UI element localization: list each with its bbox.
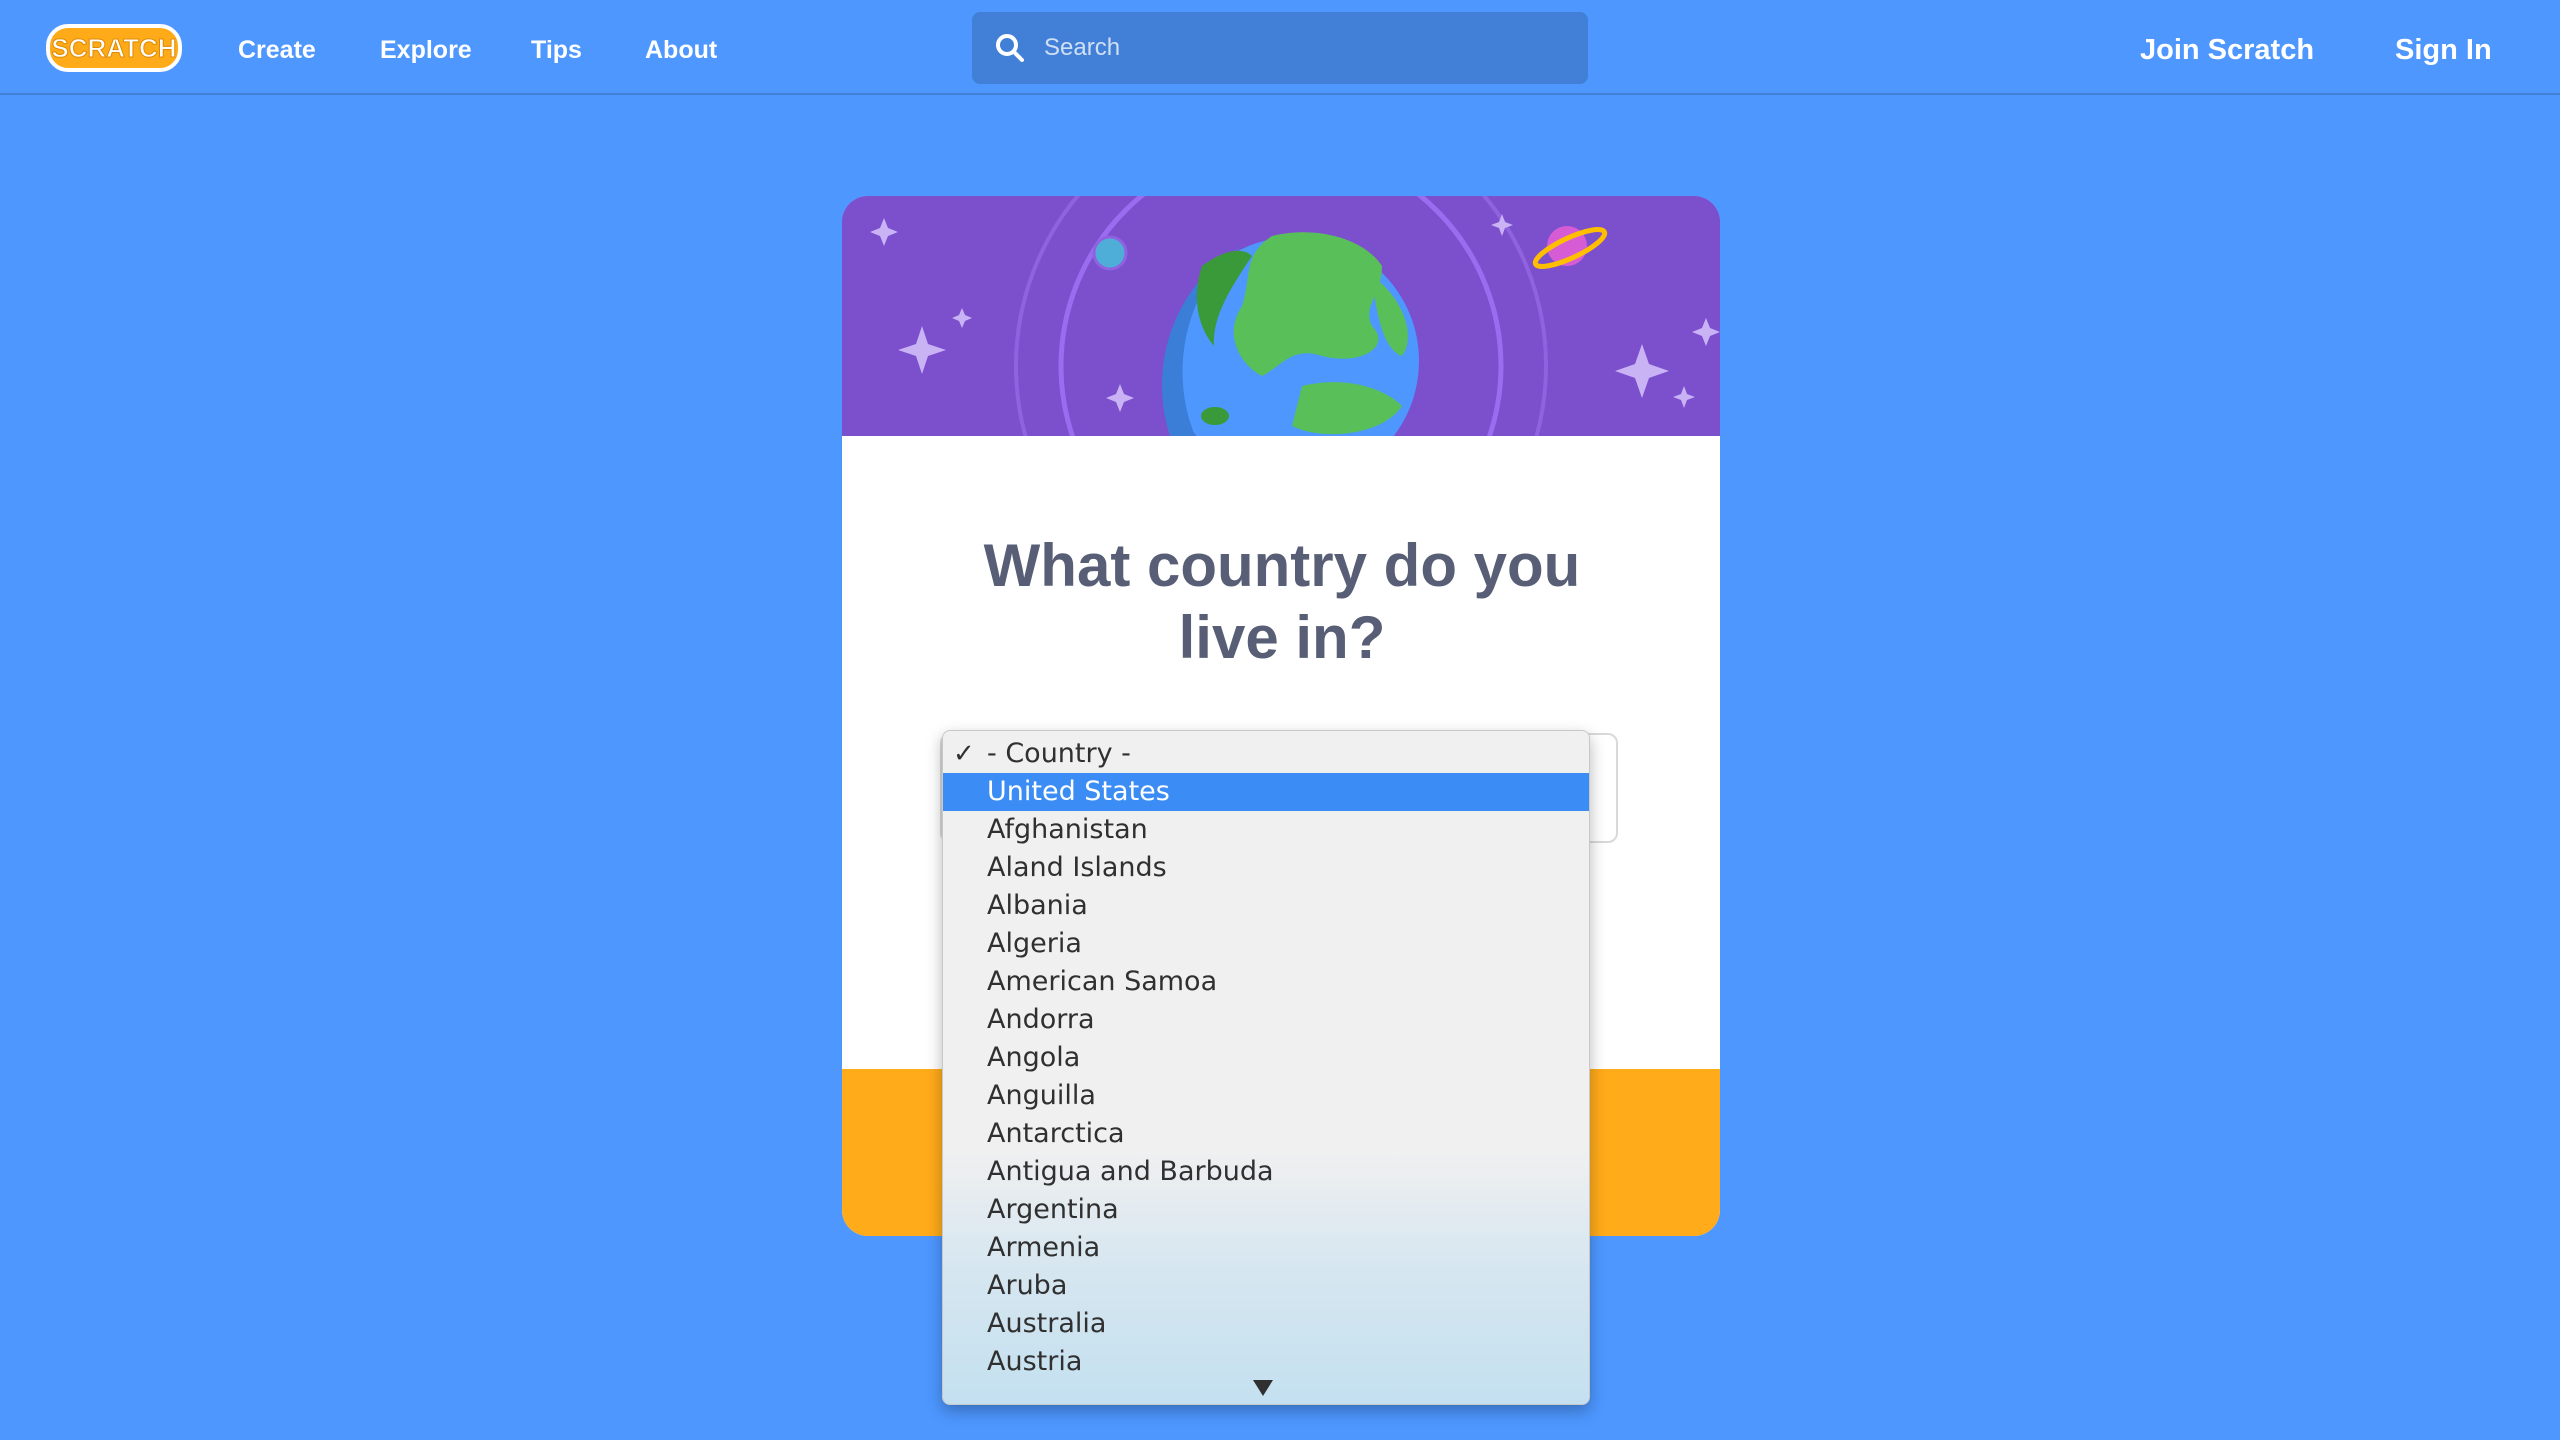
- join-scratch-link[interactable]: Join Scratch: [2140, 30, 2314, 70]
- dropdown-option[interactable]: Afghanistan: [943, 811, 1589, 849]
- dropdown-option[interactable]: Aruba: [943, 1267, 1589, 1305]
- dropdown-option[interactable]: Andorra: [943, 1001, 1589, 1039]
- dropdown-option[interactable]: Anguilla: [943, 1077, 1589, 1115]
- dropdown-option[interactable]: Armenia: [943, 1229, 1589, 1267]
- dropdown-header-label: - Country -: [987, 738, 1131, 769]
- globe-banner: [842, 196, 1720, 436]
- checkmark-icon: ✓: [953, 739, 975, 769]
- nav-about[interactable]: About: [645, 30, 717, 70]
- scratch-logo[interactable]: SCRATCH: [46, 22, 182, 74]
- dropdown-option[interactable]: Australia: [943, 1305, 1589, 1343]
- search-box[interactable]: [972, 12, 1588, 84]
- sign-in-link[interactable]: Sign In: [2395, 30, 2492, 70]
- search-input[interactable]: [1044, 12, 1574, 84]
- svg-text:SCRATCH: SCRATCH: [51, 33, 176, 63]
- search-icon: [994, 32, 1026, 64]
- country-dropdown-menu[interactable]: ✓ - Country - United States Afghanistan …: [942, 730, 1590, 1405]
- dropdown-option[interactable]: American Samoa: [943, 963, 1589, 1001]
- country-question-heading: What country do you live in?: [983, 532, 1581, 671]
- top-navbar: SCRATCH Create Explore Tips About Join S…: [0, 0, 2560, 95]
- dropdown-option[interactable]: Antarctica: [943, 1115, 1589, 1153]
- nav-tips[interactable]: Tips: [531, 30, 582, 70]
- dropdown-option[interactable]: Austria: [943, 1343, 1589, 1381]
- globe-illustration: [842, 196, 1720, 436]
- scroll-down-arrow-icon[interactable]: [1253, 1380, 1273, 1396]
- dropdown-option[interactable]: Angola: [943, 1039, 1589, 1077]
- dropdown-option[interactable]: Argentina: [943, 1191, 1589, 1229]
- dropdown-option-selected[interactable]: United States: [943, 773, 1589, 811]
- nav-create[interactable]: Create: [238, 30, 316, 70]
- dropdown-option[interactable]: Albania: [943, 887, 1589, 925]
- dropdown-option[interactable]: Antigua and Barbuda: [943, 1153, 1589, 1191]
- dropdown-option[interactable]: Algeria: [943, 925, 1589, 963]
- dropdown-option-header[interactable]: ✓ - Country -: [943, 735, 1589, 773]
- nav-explore[interactable]: Explore: [380, 30, 472, 70]
- dropdown-option[interactable]: Aland Islands: [943, 849, 1589, 887]
